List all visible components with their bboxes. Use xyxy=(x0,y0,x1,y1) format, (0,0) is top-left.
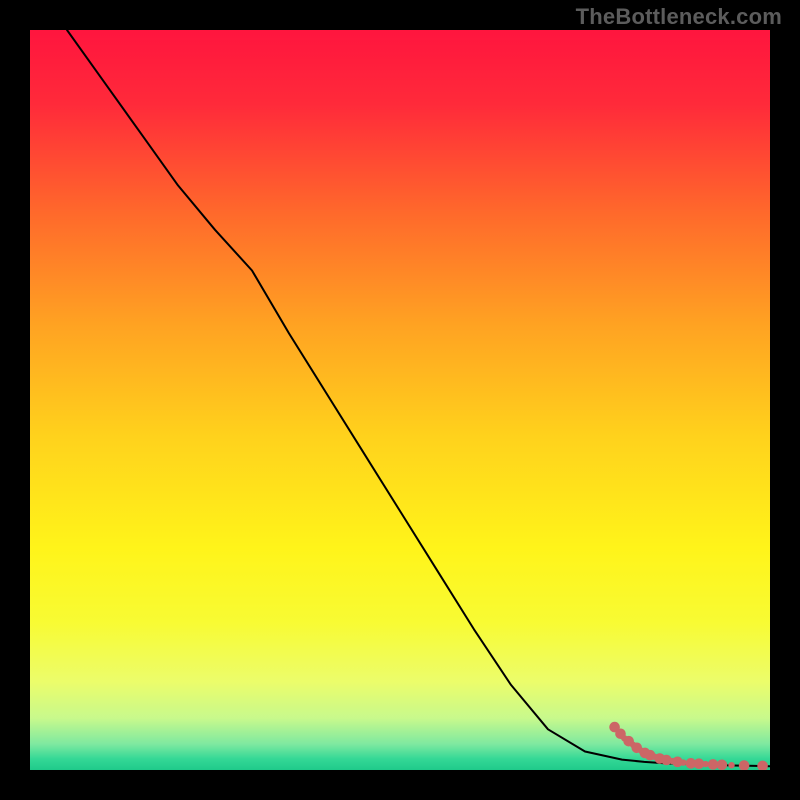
data-point xyxy=(717,760,728,770)
data-point xyxy=(728,762,734,768)
bottleneck-chart xyxy=(30,30,770,770)
watermark-label: TheBottleneck.com xyxy=(576,4,782,30)
chart-container: TheBottleneck.com xyxy=(0,0,800,800)
gradient-background xyxy=(30,30,770,770)
